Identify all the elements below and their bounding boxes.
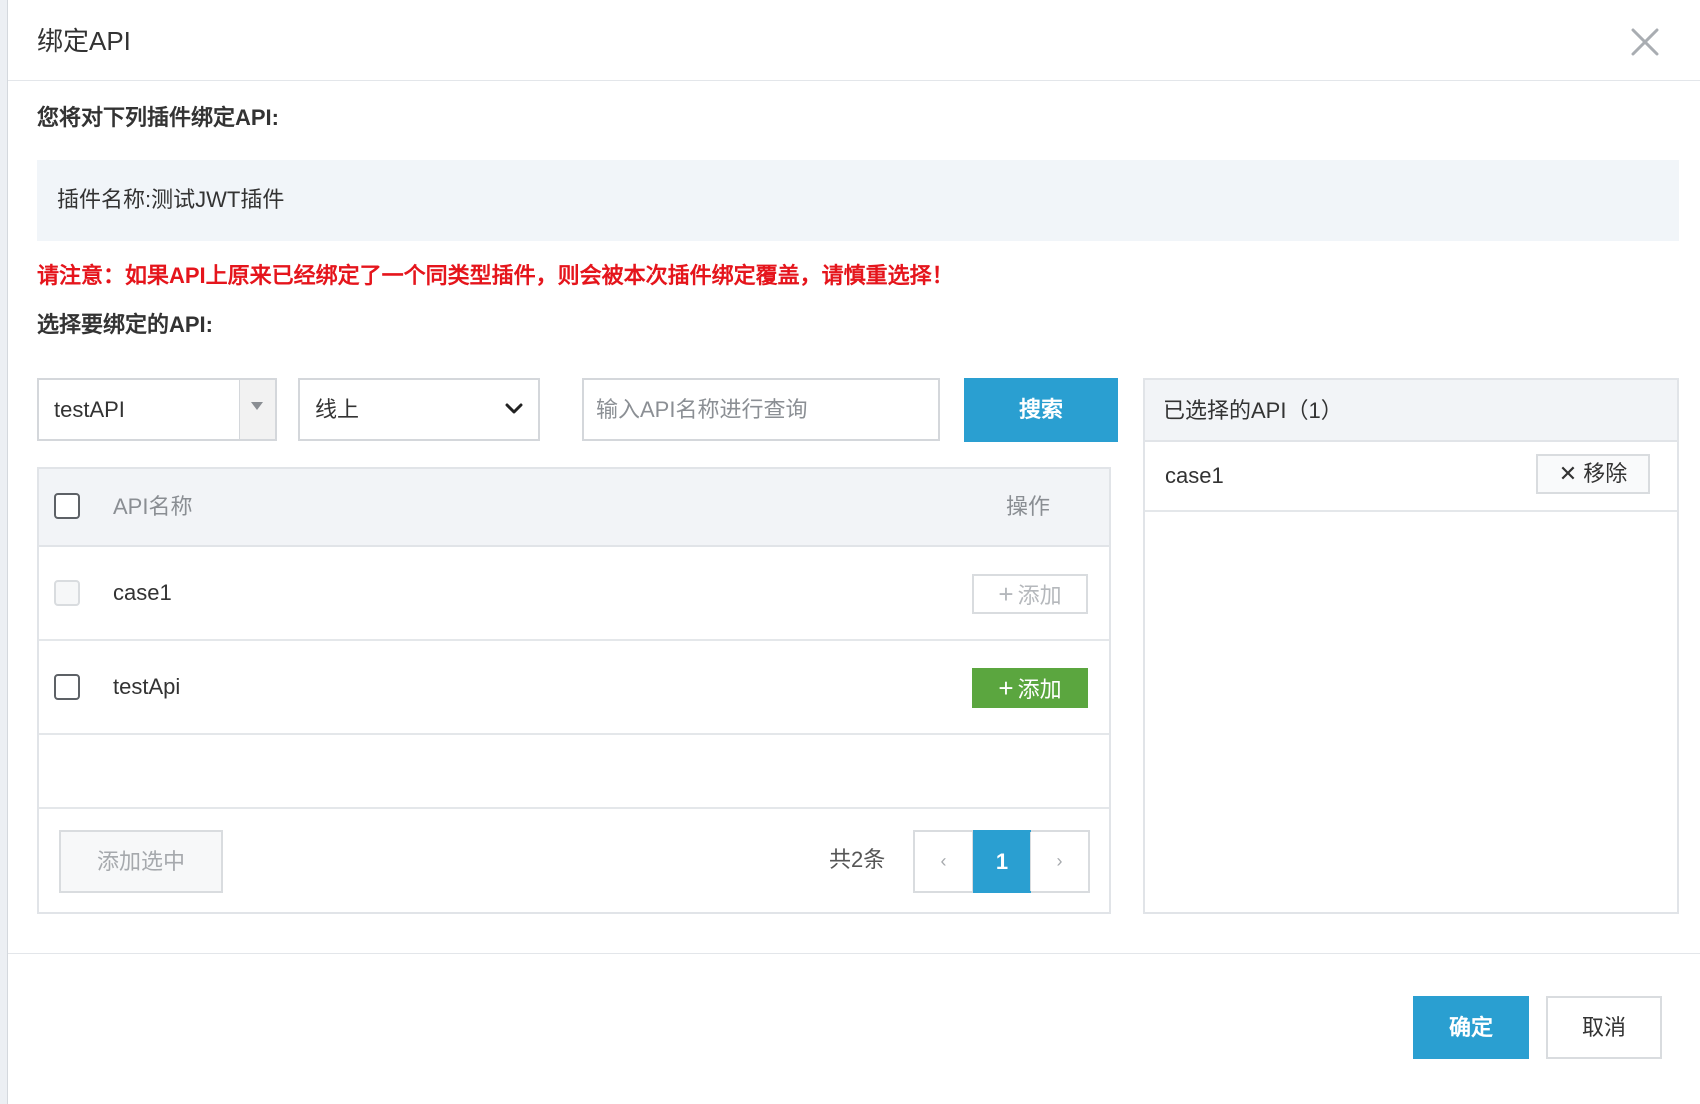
plus-icon: + <box>998 579 1014 609</box>
plugin-info: 插件名称:测试JWT插件 <box>57 184 284 216</box>
selected-api-name: case1 <box>1165 463 1224 488</box>
confirm-button[interactable]: 确定 <box>1413 996 1529 1059</box>
total-count: 共2条 <box>829 847 886 872</box>
search-button[interactable]: 搜索 <box>964 378 1118 442</box>
api-table: API名称 操作 case1 + 添加 testApi + 添加 添加选中 共2条 … <box>37 467 1111 914</box>
prev-page-button[interactable]: ‹ <box>915 832 973 891</box>
select-api-heading: 选择要绑定的API: <box>37 312 214 337</box>
row-checkbox[interactable] <box>54 674 80 700</box>
api-name-cell: testApi <box>113 674 181 699</box>
overwrite-warning: 请注意：如果API上原来已经绑定了一个同类型插件，则会被本次插件绑定覆盖，请慎重… <box>37 263 954 288</box>
bind-api-dialog: 绑定API 您将对下列插件绑定API: 插件名称:测试JWT插件 请注意：如果A… <box>8 0 1700 1104</box>
api-name-cell: case1 <box>113 580 172 605</box>
page-backdrop <box>0 0 8 1104</box>
intro-heading: 您将对下列插件绑定API: <box>37 105 280 130</box>
pagination: ‹ 1 › <box>913 830 1090 893</box>
group-select[interactable]: testAPI <box>37 378 277 441</box>
plugin-info-box: 插件名称:测试JWT插件 <box>37 160 1679 241</box>
remove-api-label: 移除 <box>1583 461 1628 486</box>
api-search-input[interactable] <box>582 378 940 441</box>
dialog-header: 绑定API <box>8 0 1700 81</box>
footer-divider <box>8 953 1700 954</box>
table-row: testApi + 添加 <box>39 641 1109 735</box>
chevron-down-icon <box>505 403 523 414</box>
group-select-value: testAPI <box>54 397 125 422</box>
selected-api-item: case1 ✕ 移除 <box>1145 442 1677 512</box>
add-api-button[interactable]: + 添加 <box>972 668 1088 708</box>
row-checkbox-disabled <box>54 580 80 606</box>
table-row: case1 + 添加 <box>39 547 1109 641</box>
api-table-footer: 添加选中 共2条 ‹ 1 › <box>39 810 1109 912</box>
column-header-operation: 操作 <box>1006 494 1051 519</box>
close-button[interactable] <box>1625 22 1665 62</box>
add-api-button-label: 添加 <box>1017 583 1062 608</box>
close-icon <box>1631 28 1659 56</box>
plus-icon: + <box>998 673 1014 703</box>
environment-select[interactable]: 线上 <box>298 378 540 441</box>
empty-table-row <box>39 735 1109 809</box>
plugin-name-label: 插件名称: <box>57 187 152 212</box>
selected-api-header: 已选择的API（1） <box>1145 380 1677 442</box>
cancel-button[interactable]: 取消 <box>1546 996 1662 1059</box>
page-1-button[interactable]: 1 <box>973 830 1031 893</box>
caret-down-icon <box>251 402 263 410</box>
add-selected-button: 添加选中 <box>59 830 223 893</box>
dialog-title: 绑定API <box>37 26 131 56</box>
column-header-api-name: API名称 <box>113 494 193 519</box>
add-api-button-label: 添加 <box>1017 677 1062 702</box>
selected-api-panel: 已选择的API（1） case1 ✕ 移除 <box>1143 378 1679 914</box>
group-select-toggle[interactable] <box>239 380 275 439</box>
select-all-checkbox[interactable] <box>54 493 80 519</box>
remove-api-button[interactable]: ✕ 移除 <box>1536 454 1650 494</box>
selected-api-title: 已选择的API（1） <box>1163 398 1343 423</box>
environment-select-value: 线上 <box>315 397 360 422</box>
next-page-button[interactable]: › <box>1030 832 1088 891</box>
api-table-header: API名称 操作 <box>39 469 1109 547</box>
add-api-button-disabled: + 添加 <box>972 574 1088 614</box>
plugin-name-value: 测试JWT插件 <box>151 187 285 212</box>
close-icon: ✕ <box>1558 461 1578 486</box>
